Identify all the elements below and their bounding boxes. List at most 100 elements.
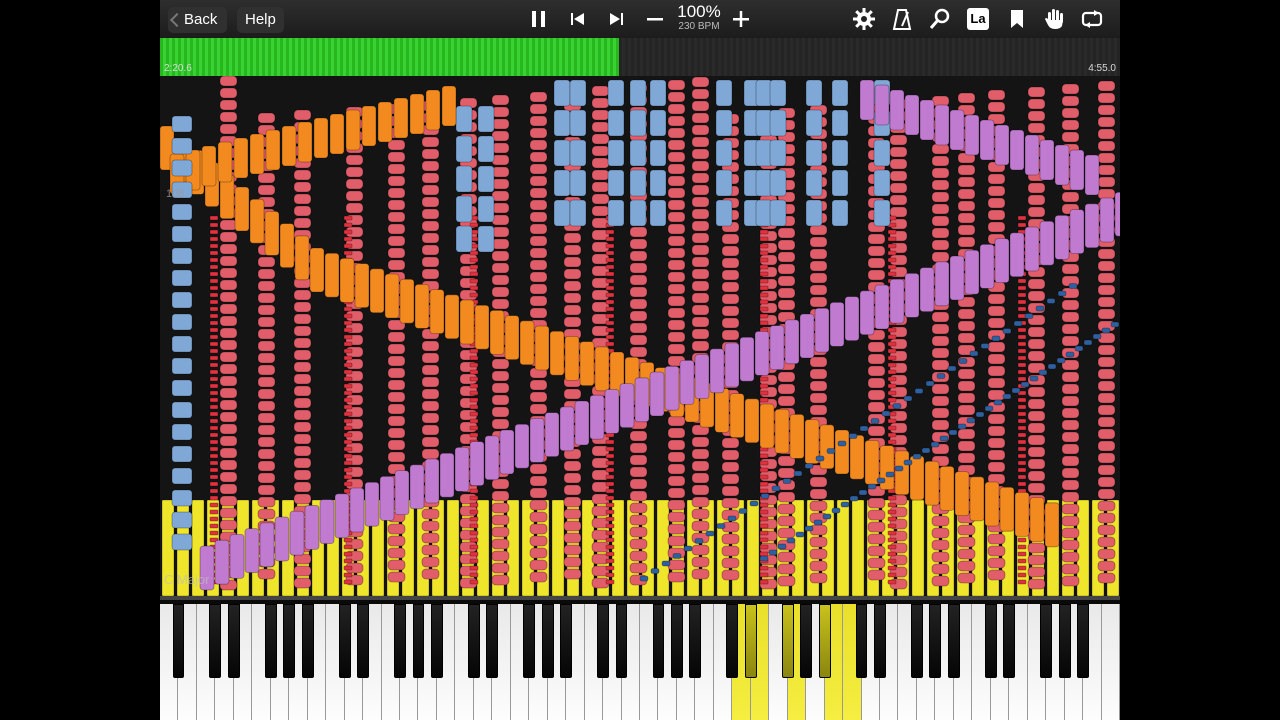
- note-block: [421, 352, 440, 364]
- note-block: [793, 470, 803, 477]
- piano-keyboard[interactable]: [160, 596, 1120, 720]
- pause-icon[interactable]: [526, 6, 552, 32]
- black-key[interactable]: [615, 604, 628, 678]
- note-block: [629, 430, 648, 442]
- note-block: [777, 575, 796, 587]
- help-button[interactable]: Help: [237, 7, 284, 33]
- note-block: [209, 320, 219, 326]
- black-key[interactable]: [172, 604, 185, 678]
- note-block: [716, 523, 726, 529]
- plus-icon[interactable]: [728, 6, 754, 32]
- note-block: [387, 331, 406, 343]
- black-key[interactable]: [671, 604, 683, 678]
- black-key[interactable]: [338, 604, 351, 678]
- black-key[interactable]: [560, 604, 573, 678]
- black-key[interactable]: [264, 604, 277, 678]
- note-block: [1027, 422, 1046, 434]
- black-key[interactable]: [467, 604, 480, 678]
- black-key[interactable]: [486, 604, 499, 678]
- black-key[interactable]: [929, 604, 942, 678]
- note-block: [469, 544, 479, 550]
- note-block: [759, 551, 769, 557]
- skip-back-icon[interactable]: [565, 6, 591, 32]
- black-key[interactable]: [394, 604, 406, 678]
- black-key[interactable]: [744, 604, 757, 678]
- note-block: [563, 520, 582, 532]
- tempo-readout: 230 BPM: [678, 21, 720, 32]
- note-block: [257, 472, 276, 484]
- black-key[interactable]: [412, 604, 425, 678]
- black-key[interactable]: [874, 604, 886, 678]
- black-key[interactable]: [947, 604, 960, 678]
- black-key[interactable]: [781, 604, 794, 678]
- black-key[interactable]: [984, 604, 997, 678]
- progress-scrubber[interactable]: [160, 38, 1120, 76]
- black-key[interactable]: [800, 604, 813, 678]
- note-block: [605, 488, 615, 494]
- black-key[interactable]: [726, 604, 739, 678]
- minus-icon[interactable]: [642, 6, 668, 32]
- note-block: [931, 539, 950, 551]
- note-block: [867, 341, 886, 353]
- note-block: [387, 535, 406, 547]
- bookmark-icon[interactable]: [1004, 6, 1030, 32]
- black-key[interactable]: [689, 604, 702, 678]
- note-block: [529, 91, 548, 103]
- black-key[interactable]: [1077, 604, 1089, 678]
- black-key[interactable]: [1058, 604, 1071, 678]
- note-block: [987, 377, 1006, 389]
- black-key[interactable]: [541, 604, 554, 678]
- black-key[interactable]: [209, 604, 222, 678]
- note-block: [421, 532, 440, 544]
- gear-icon[interactable]: [851, 6, 877, 32]
- loop-icon[interactable]: [1079, 6, 1105, 32]
- note-block: [1097, 488, 1116, 500]
- white-key[interactable]: [1101, 604, 1120, 720]
- black-key[interactable]: [301, 604, 314, 678]
- note-block: [477, 225, 495, 253]
- note-block: [343, 397, 353, 403]
- note-block: [209, 474, 219, 480]
- note-block: [931, 191, 950, 203]
- black-key[interactable]: [1003, 604, 1016, 678]
- search-icon[interactable]: [927, 6, 953, 32]
- piano-roll[interactable]: [160, 76, 1120, 596]
- note-block: [257, 400, 276, 412]
- note-block: [887, 257, 897, 263]
- metronome-icon[interactable]: [889, 6, 915, 32]
- note-block: [529, 199, 548, 211]
- hand-icon[interactable]: [1041, 6, 1067, 32]
- note-block: [384, 273, 400, 319]
- note-block: [629, 274, 648, 286]
- note-block: [469, 285, 479, 291]
- black-key[interactable]: [652, 604, 665, 678]
- note-block: [343, 306, 353, 312]
- black-key[interactable]: [523, 604, 536, 678]
- skip-forward-icon[interactable]: [603, 6, 629, 32]
- back-button[interactable]: Back: [168, 7, 228, 33]
- note-block: [777, 383, 796, 395]
- note-block: [343, 418, 353, 424]
- black-key[interactable]: [227, 604, 240, 678]
- note-block: [469, 572, 479, 578]
- note-block: [691, 508, 710, 520]
- note-block: [691, 448, 710, 460]
- note-block: [887, 383, 897, 389]
- black-key[interactable]: [431, 604, 443, 678]
- note-block: [887, 579, 897, 585]
- note-block: [889, 89, 905, 131]
- note-block: [759, 271, 769, 277]
- black-key[interactable]: [597, 604, 609, 678]
- note-block: [887, 565, 897, 571]
- note-block: [439, 452, 455, 498]
- black-key[interactable]: [283, 604, 296, 678]
- black-key[interactable]: [357, 604, 369, 678]
- note-block: [931, 239, 950, 251]
- black-key[interactable]: [911, 604, 923, 678]
- black-key[interactable]: [855, 604, 868, 678]
- note-block: [421, 244, 440, 256]
- note-block: [591, 97, 610, 109]
- black-key[interactable]: [818, 604, 831, 678]
- black-key[interactable]: [1040, 604, 1053, 678]
- label-icon[interactable]: La: [965, 6, 991, 32]
